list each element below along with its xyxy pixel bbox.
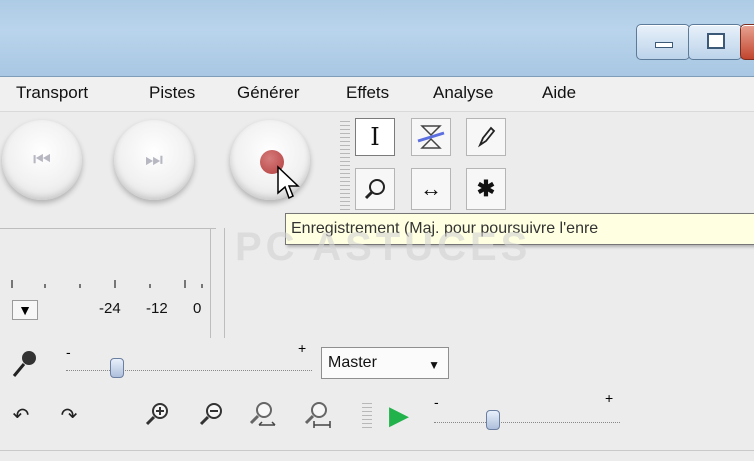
menu-pistes[interactable]: Pistes	[149, 83, 195, 103]
play-icon: ▶	[389, 399, 409, 430]
fit-selection-button[interactable]	[245, 398, 279, 432]
close-button[interactable]	[740, 24, 754, 60]
meter-separator	[0, 228, 216, 229]
redo-button[interactable]: ↷	[52, 398, 86, 432]
multi-tool[interactable]: ✱	[466, 168, 506, 210]
fit-selection-icon	[249, 402, 276, 426]
meter-tick-label: -12	[146, 300, 168, 317]
menu-analyse[interactable]: Analyse	[433, 83, 493, 103]
minimize-button[interactable]	[636, 24, 690, 60]
play-at-speed-button[interactable]: ▶	[382, 398, 416, 432]
skip-to-end-button[interactable]: ⏭	[114, 120, 194, 200]
draw-icon	[477, 126, 496, 148]
fit-project-button[interactable]	[300, 398, 334, 432]
transcription-toolbar-grip[interactable]	[362, 400, 372, 430]
menu-bar: Transport Pistes Générer Effets Analyse …	[0, 77, 754, 112]
playback-speed-slider[interactable]	[434, 414, 620, 423]
input-volume-slider[interactable]	[66, 362, 312, 371]
menu-effets[interactable]: Effets	[346, 83, 389, 103]
audacity-window: Transport Pistes Générer Effets Analyse …	[0, 0, 754, 461]
menu-aide[interactable]: Aide	[542, 83, 576, 103]
multi-icon: ✱	[476, 176, 496, 201]
zoom-out-button[interactable]	[194, 398, 228, 432]
selection-icon: I	[370, 123, 380, 151]
envelope-tool[interactable]	[411, 118, 451, 156]
timeshift-tool[interactable]: ↔	[411, 168, 451, 210]
selection-tool[interactable]: I	[355, 118, 395, 156]
skip-start-icon: ⏮	[33, 148, 51, 171]
minimize-icon	[655, 42, 673, 48]
meter-dropdown-button[interactable]: ▼	[12, 300, 38, 320]
playback-speed-thumb[interactable]	[486, 410, 500, 430]
edit-toolbar	[0, 396, 754, 438]
tools-toolbar-grip[interactable]	[340, 118, 350, 218]
input-source-value: Master	[328, 354, 377, 371]
menu-generer[interactable]: Générer	[237, 83, 299, 103]
zoom-out-icon	[199, 403, 222, 426]
mouse-cursor-icon	[277, 165, 300, 200]
meter-tick-label: 0	[193, 300, 202, 317]
zoom-tool[interactable]	[355, 168, 395, 210]
speed-minus-label: -	[434, 394, 439, 410]
redo-icon: ↷	[60, 404, 78, 427]
skip-end-icon: ⏭	[145, 148, 163, 171]
zoom-in-button[interactable]	[140, 398, 174, 432]
chevron-down-icon: ▼	[428, 358, 440, 372]
input-volume-thumb[interactable]	[110, 358, 124, 378]
fit-project-icon	[304, 402, 331, 428]
skip-to-start-button[interactable]: ⏮	[2, 120, 82, 200]
microphone-icon	[12, 351, 36, 377]
meter-tick-label: -24	[99, 300, 121, 317]
volume-minus-label: -	[66, 344, 71, 360]
menu-transport[interactable]: Transport	[16, 83, 88, 103]
undo-icon: ↶	[12, 404, 30, 427]
maximize-icon	[707, 33, 725, 49]
undo-button[interactable]: ↶	[4, 398, 38, 432]
timeshift-icon: ↔	[420, 176, 442, 201]
zoom-in-icon	[145, 403, 168, 426]
title-bar	[0, 0, 754, 77]
envelope-icon	[417, 125, 445, 149]
input-source-select[interactable]: Master ▼	[321, 347, 449, 379]
zoom-icon	[364, 179, 385, 200]
meter-divider-2	[224, 228, 225, 338]
volume-plus-label: +	[298, 340, 307, 356]
speed-plus-label: +	[605, 390, 614, 406]
watermark: PC ASTUCES	[235, 225, 532, 269]
draw-tool[interactable]	[466, 118, 506, 156]
bottom-separator	[0, 450, 754, 451]
maximize-button[interactable]	[688, 24, 742, 60]
meter-ruler	[11, 280, 203, 288]
